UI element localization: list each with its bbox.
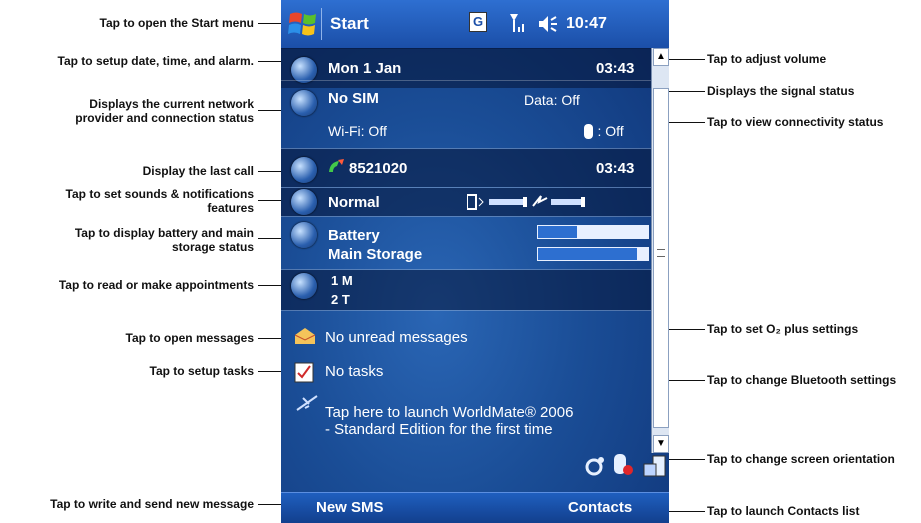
- scroll-up-button[interactable]: ▲: [653, 48, 669, 66]
- new-sms-softkey[interactable]: New SMS: [316, 499, 384, 516]
- callout-messages: Tap to open messages: [125, 331, 254, 345]
- start-title: Start: [330, 14, 369, 33]
- worldmate-line-1: Tap here to launch WorldMate® 2006: [325, 404, 574, 421]
- callout-sounds: Tap to set sounds & notifications featur…: [65, 187, 254, 215]
- scrollbar[interactable]: ▲ ▼: [651, 48, 669, 453]
- battery-icon: [291, 222, 317, 248]
- signal-indicator[interactable]: [509, 12, 527, 34]
- start-menu-button[interactable]: [286, 8, 320, 40]
- last-call-time: 03:43: [596, 160, 635, 177]
- storage-fill: [538, 248, 637, 260]
- appointment-1: 1 M: [331, 273, 353, 288]
- signal-icon: [510, 14, 524, 32]
- callout-orientation: Tap to change screen orientation: [707, 452, 895, 466]
- o2-icon: [585, 457, 604, 476]
- volume-button[interactable]: [537, 14, 561, 34]
- windows-flag-icon: [288, 12, 316, 36]
- contacts-softkey[interactable]: Contacts: [568, 499, 632, 516]
- callout-contacts: Tap to launch Contacts list: [707, 504, 860, 518]
- battery-fill: [538, 226, 577, 238]
- wifi-status: Wi-Fi: Off: [328, 123, 387, 139]
- battery-bar: [537, 225, 649, 239]
- speaker-icon: [539, 16, 557, 32]
- callout-bluetooth: Tap to change Bluetooth settings: [707, 373, 897, 387]
- date-label: Mon 1 Jan: [328, 60, 402, 77]
- tasks-icon: [294, 361, 314, 383]
- worldmate-link[interactable]: Tap here to launch WorldMate® 2006 - Sta…: [325, 404, 645, 438]
- title-divider: [321, 8, 322, 40]
- network-icon: [291, 90, 317, 116]
- bluetooth-status: : Off: [584, 123, 624, 141]
- appointment-2: 2 T: [331, 292, 350, 307]
- callout-line: [258, 23, 281, 24]
- connectivity-button[interactable]: G: [469, 12, 487, 32]
- callout-last-call: Display the last call: [142, 164, 254, 178]
- title-bar: Start G 10:47: [281, 0, 669, 49]
- phone-icon: [291, 157, 317, 183]
- calendar-icon: [291, 273, 317, 299]
- screen-orientation-icon: [643, 455, 666, 477]
- envelope-icon: [294, 327, 316, 345]
- softkey-bar: New SMS Contacts: [281, 492, 669, 523]
- date-time-label: 03:43: [596, 60, 635, 77]
- o2plus-button[interactable]: [585, 456, 605, 476]
- last-call-number: 8521020: [349, 160, 408, 177]
- callout-connectivity: Tap to view connectivity status: [707, 115, 884, 129]
- callout-appointments: Tap to read or make appointments: [58, 278, 254, 292]
- scroll-down-button[interactable]: ▼: [653, 435, 669, 453]
- callout-tasks: Tap to setup tasks: [149, 364, 254, 378]
- thumb-grip: [657, 249, 665, 257]
- phone-battery-icon: [466, 194, 587, 215]
- bluetooth-status-label: : Off: [597, 123, 624, 139]
- storage-bar: [537, 247, 649, 261]
- worldmate-line-2: - Standard Edition for the first time: [325, 421, 553, 438]
- scroll-thumb[interactable]: [653, 88, 669, 428]
- bluetooth-tray-button[interactable]: [612, 452, 634, 476]
- callout-volume: Tap to adjust volume: [707, 52, 827, 66]
- sound-profile-icon: [291, 189, 317, 215]
- data-status: Data: Off: [524, 92, 580, 108]
- callout-battery: Tap to display battery and main storage …: [74, 226, 254, 254]
- callout-date-time: Tap to setup date, time, and alarm.: [57, 54, 254, 68]
- messages-label: No unread messages: [325, 329, 468, 346]
- divider: [281, 310, 651, 311]
- callout-network: Displays the current network provider an…: [75, 97, 254, 125]
- bluetooth-icon: [584, 124, 593, 140]
- call-arrow-icon: [327, 158, 345, 176]
- callout-new-message: Tap to write and send new message: [50, 497, 254, 511]
- tasks-label: No tasks: [325, 363, 384, 380]
- profile-label: Normal: [328, 194, 380, 211]
- storage-label: Main Storage: [328, 246, 423, 263]
- today-screen: Start G 10:47 Mon 1 Jan 03:43 No SIM Dat…: [281, 0, 669, 523]
- clock[interactable]: 10:47: [566, 15, 607, 33]
- airplane-icon: [295, 394, 321, 412]
- callout-start-menu: Tap to open the Start menu: [99, 16, 254, 30]
- orientation-button[interactable]: [643, 455, 667, 477]
- callout-o2plus: Tap to set O₂ plus settings: [707, 322, 859, 336]
- network-label: No SIM: [328, 90, 379, 107]
- callout-signal: Displays the signal status: [707, 84, 855, 98]
- battery-label: Battery: [328, 227, 380, 244]
- bluetooth-tray-icon: [614, 454, 633, 475]
- connectivity-icon: G: [472, 14, 484, 29]
